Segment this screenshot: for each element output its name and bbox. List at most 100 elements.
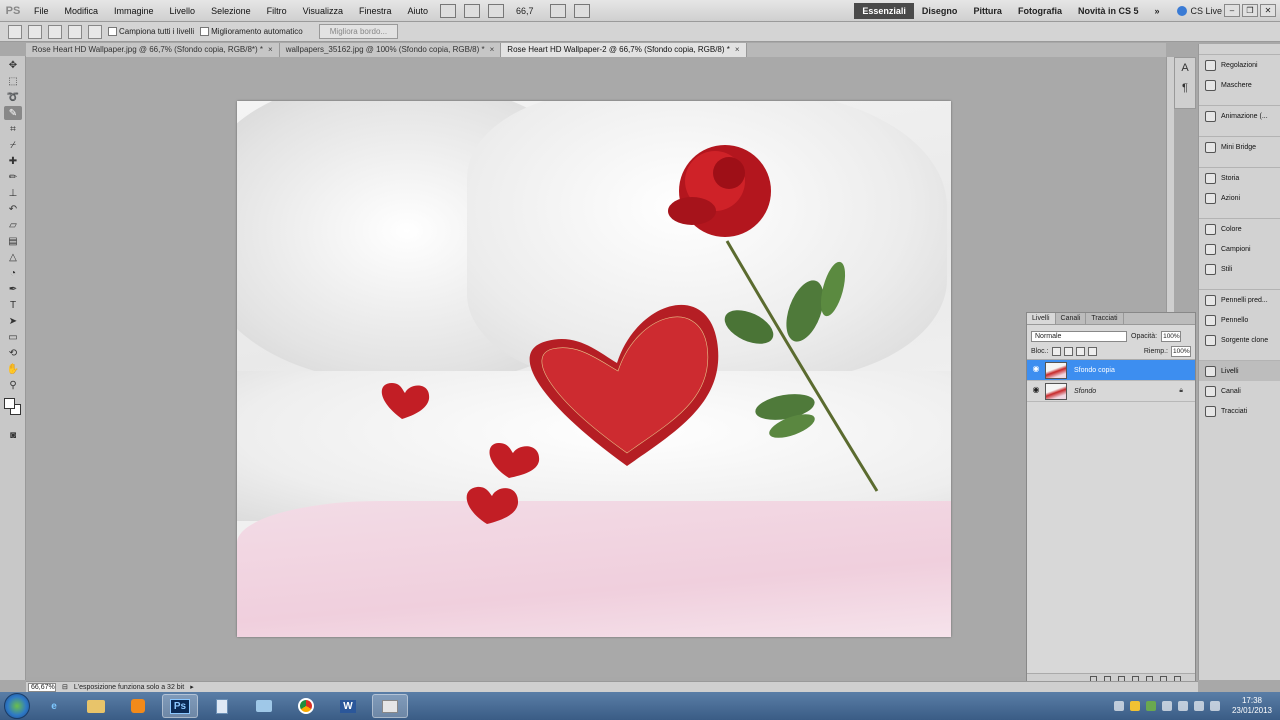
quick-mask-icon[interactable]: ◙	[4, 428, 22, 442]
tab-rose-heart-wallpaper[interactable]: Rose Heart HD Wallpaper.jpg @ 66,7% (Sfo…	[26, 43, 280, 57]
auto-enhance-checkbox[interactable]	[200, 27, 210, 36]
color-swatches[interactable]	[4, 398, 21, 422]
hand-tool-icon[interactable]: ✋	[4, 362, 22, 376]
dodge-tool-icon[interactable]: ◔	[4, 266, 22, 280]
dock-canali[interactable]: Canali	[1199, 381, 1280, 401]
path-selection-tool-icon[interactable]: ➤	[4, 314, 22, 328]
crop-tool-icon[interactable]: ⌗	[4, 122, 22, 136]
tray-app-icon[interactable]	[1113, 701, 1124, 711]
lock-transparency-icon[interactable]	[1051, 347, 1061, 356]
tray-security-icon[interactable]	[1129, 701, 1140, 711]
tray-network-icon[interactable]	[1177, 701, 1188, 711]
internet-explorer-icon[interactable]: e	[36, 694, 72, 718]
screen-mode-icon[interactable]	[573, 3, 590, 18]
file-explorer-icon[interactable]	[78, 694, 114, 718]
pen-tool-icon[interactable]: ✒	[4, 282, 22, 296]
history-brush-tool-icon[interactable]: ↶	[4, 202, 22, 216]
menu-immagine[interactable]: Immagine	[106, 6, 162, 16]
visibility-eye-icon[interactable]: ◉	[1030, 364, 1042, 376]
eraser-tool-icon[interactable]: ▱	[4, 218, 22, 232]
brush-tool-icon[interactable]: ✏	[4, 170, 22, 184]
status-info-icon[interactable]: ⊟	[62, 683, 68, 691]
layer-row-sfondo-copia[interactable]: ◉ Sfondo copia	[1027, 360, 1195, 381]
shape-tool-icon[interactable]: ▭	[4, 330, 22, 344]
clone-stamp-tool-icon[interactable]: ⊥	[4, 186, 22, 200]
quick-selection-tool-icon[interactable]: ✎	[4, 106, 22, 120]
tray-volume-icon[interactable]	[1209, 701, 1220, 711]
close-tab-icon[interactable]: ×	[490, 43, 495, 57]
photoshop-taskbar-icon[interactable]: Ps	[162, 694, 198, 718]
healing-brush-tool-icon[interactable]: ✚	[4, 154, 22, 168]
tab-canali[interactable]: Canali	[1056, 313, 1087, 324]
menu-modifica[interactable]: Modifica	[57, 6, 107, 16]
status-menu-arrow-icon[interactable]: ▸	[190, 683, 194, 691]
dock-pennelli-predefiniti[interactable]: Pennelli pred...	[1199, 290, 1280, 310]
tab-tracciati[interactable]: Tracciati	[1086, 313, 1124, 324]
status-zoom-field[interactable]: 66,67%	[28, 682, 56, 692]
more-workspaces-button[interactable]: »	[1146, 3, 1167, 19]
dock-tracciati[interactable]: Tracciati	[1199, 401, 1280, 421]
dock-colore[interactable]: Colore	[1199, 219, 1280, 239]
fill-field[interactable]: 100%	[1171, 346, 1191, 357]
cs-live-button[interactable]: CS Live	[1177, 5, 1222, 16]
restore-icon[interactable]: ❐	[1242, 4, 1258, 17]
view-extras-icon[interactable]	[487, 3, 504, 18]
brush-size-icon[interactable]	[88, 24, 102, 39]
dock-stili[interactable]: Stili	[1199, 259, 1280, 279]
minimize-icon[interactable]: –	[1224, 4, 1240, 17]
dock-maschere[interactable]: Maschere	[1199, 75, 1280, 95]
tray-update-icon[interactable]	[1145, 701, 1156, 711]
blend-mode-select[interactable]: Normale	[1031, 330, 1127, 342]
lock-all-icon[interactable]	[1087, 347, 1097, 356]
word-icon[interactable]: W	[330, 694, 366, 718]
blur-tool-icon[interactable]: △	[4, 250, 22, 264]
mini-bridge-icon[interactable]	[463, 3, 480, 18]
menu-livello[interactable]: Livello	[162, 6, 204, 16]
lasso-tool-icon[interactable]: ➰	[4, 90, 22, 104]
menu-finestra[interactable]: Finestra	[351, 6, 400, 16]
lock-pixels-icon[interactable]	[1063, 347, 1073, 356]
zoom-level[interactable]: 66,7	[516, 6, 546, 16]
workspace-fotografia[interactable]: Fotografia	[1010, 3, 1070, 19]
window-thumbnail-icon[interactable]	[372, 694, 408, 718]
menu-selezione[interactable]: Selezione	[203, 6, 259, 16]
layer-row-sfondo[interactable]: ◉ Sfondo 🔒︎	[1027, 381, 1195, 402]
dock-regolazioni[interactable]: Regolazioni	[1199, 55, 1280, 75]
close-tab-icon[interactable]: ×	[735, 43, 740, 57]
marquee-tool-icon[interactable]: ⬚	[4, 74, 22, 88]
eyedropper-tool-icon[interactable]: ⌿	[4, 138, 22, 152]
workspace-novita[interactable]: Novità in CS 5	[1070, 3, 1147, 19]
close-icon[interactable]: ✕	[1260, 4, 1276, 17]
character-panel-icon[interactable]: A	[1175, 58, 1195, 78]
dock-animazione[interactable]: Animazione (...	[1199, 106, 1280, 126]
chrome-icon[interactable]	[288, 694, 324, 718]
workspace-pittura[interactable]: Pittura	[965, 3, 1010, 19]
workspace-disegno[interactable]: Disegno	[914, 3, 966, 19]
dock-pennello[interactable]: Pennello	[1199, 310, 1280, 330]
arrange-documents-icon[interactable]	[549, 3, 566, 18]
foreground-color-swatch[interactable]	[4, 398, 15, 409]
tab-wallpapers-35162[interactable]: wallpapers_35162.jpg @ 100% (Sfondo copi…	[279, 43, 502, 57]
tab-rose-heart-wallpaper-2[interactable]: Rose Heart HD Wallpaper-2 @ 66,7% (Sfond…	[501, 43, 747, 57]
dock-campioni[interactable]: Campioni	[1199, 239, 1280, 259]
clock[interactable]: 17:38 23/01/2013	[1232, 696, 1272, 716]
start-button[interactable]	[4, 693, 30, 719]
close-tab-icon[interactable]: ×	[268, 43, 273, 57]
visibility-eye-icon[interactable]: ◉	[1030, 385, 1042, 397]
sample-all-checkbox[interactable]	[108, 27, 117, 36]
tray-battery-icon[interactable]	[1193, 701, 1204, 711]
move-tool-icon[interactable]: ✥	[4, 58, 22, 72]
menu-visualizza[interactable]: Visualizza	[295, 6, 351, 16]
add-to-selection-icon[interactable]	[48, 24, 62, 39]
lock-position-icon[interactable]	[1075, 347, 1085, 356]
dock-azioni[interactable]: Azioni	[1199, 188, 1280, 208]
refine-edge-button[interactable]: Migliora bordo...	[318, 24, 399, 39]
gradient-tool-icon[interactable]: ▤	[4, 234, 22, 248]
subtract-selection-icon[interactable]	[68, 24, 82, 39]
dock-mini-bridge[interactable]: Mini Bridge	[1199, 137, 1280, 157]
menu-filtro[interactable]: Filtro	[259, 6, 295, 16]
new-selection-icon[interactable]	[28, 24, 42, 39]
media-player-icon[interactable]	[120, 694, 156, 718]
tab-livelli[interactable]: Livelli	[1027, 313, 1056, 324]
network-icon[interactable]	[246, 694, 282, 718]
